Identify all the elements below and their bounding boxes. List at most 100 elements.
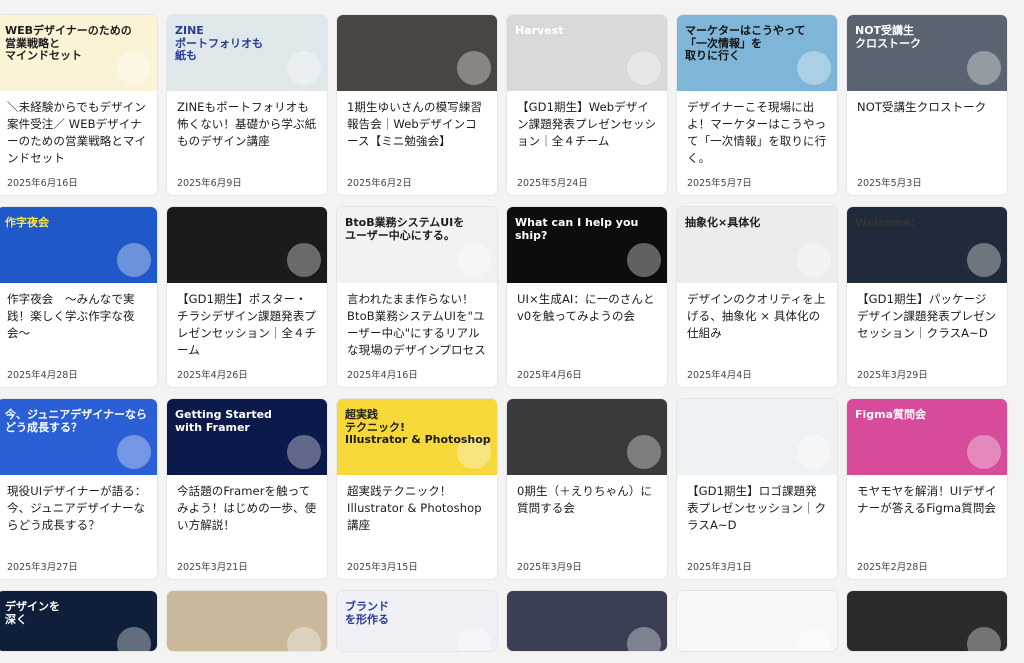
- article-title[interactable]: 【GD1期生】パッケージデザイン課題発表プレゼンセッション｜クラスA~D: [847, 283, 1007, 367]
- article-card[interactable]: 【GD1期生】ポスター・チラシデザイン課題発表プレゼンセッション｜全４チーム 20…: [167, 207, 327, 387]
- article-card[interactable]: [847, 591, 1007, 651]
- article-title[interactable]: 0期生（＋えりちゃん）に質問する会: [507, 475, 667, 559]
- article-date: 2025年3月9日: [517, 562, 582, 573]
- article-thumbnail[interactable]: BtoB業務システムUIを ユーザー中心にする。: [337, 207, 497, 283]
- article-thumbnail[interactable]: [847, 591, 1007, 651]
- article-title[interactable]: UI×生成AI：に一のさんとv0を触ってみようの会: [507, 283, 667, 367]
- thumbnail-decoration: [457, 627, 491, 651]
- article-title[interactable]: 現役UIデザイナーが語る：今、ジュニアデザイナーならどう成長する？: [0, 475, 157, 559]
- thumbnail-caption: BtoB業務システムUIを ユーザー中心にする。: [345, 216, 465, 242]
- thumbnail-decoration: [967, 435, 1001, 469]
- thumbnail-decoration: [117, 627, 151, 651]
- article-card[interactable]: [167, 591, 327, 651]
- article-thumbnail[interactable]: Welcome!: [847, 207, 1007, 283]
- article-thumbnail[interactable]: マーケターはこうやって 「一次情報」を 取りに行く: [677, 15, 837, 91]
- article-thumbnail[interactable]: 超実践 テクニック! Illustrator & Photoshop: [337, 399, 497, 475]
- article-thumbnail[interactable]: WEBデザイナーのための 営業戦略と マインドセット: [0, 15, 157, 91]
- article-card[interactable]: Harvest 【GD1期生】Webデザイン課題発表プレゼンセッション｜全４チーム…: [507, 15, 667, 195]
- article-title[interactable]: 今話題のFramerを触ってみよう！はじめの一歩、使い方解説！: [167, 475, 327, 559]
- article-date: 2025年6月9日: [177, 178, 242, 189]
- article-thumbnail[interactable]: Getting Started with Framer: [167, 399, 327, 475]
- thumbnail-decoration: [287, 435, 321, 469]
- article-card[interactable]: What can I help you ship? UI×生成AI：に一のさんとv…: [507, 207, 667, 387]
- article-thumbnail[interactable]: ブランド を形作る: [337, 591, 497, 651]
- article-title[interactable]: ＼未経験からでもデザイン案件受注／ WEBデザイナーのための営業戦略とマインドセ…: [0, 91, 157, 175]
- thumbnail-caption: WEBデザイナーのための 営業戦略と マインドセット: [5, 24, 132, 63]
- article-card[interactable]: 今、ジュニアデザイナーならどう成長する？ 現役UIデザイナーが語る：今、ジュニアデ…: [0, 399, 157, 579]
- article-thumbnail[interactable]: [677, 591, 837, 651]
- article-title[interactable]: 超実践テクニック！Illustrator & Photoshop講座: [337, 475, 497, 559]
- article-grid: WEBデザイナーのための 営業戦略と マインドセット ＼未経験からでもデザイン案件…: [0, 15, 1007, 663]
- article-card[interactable]: 【GD1期生】ロゴ課題発表プレゼンセッション｜クラスA~D 2025年3月1日: [677, 399, 837, 579]
- thumbnail-decoration: [967, 51, 1001, 85]
- thumbnail-caption: NOT受講生 クロストーク: [855, 24, 921, 50]
- article-title[interactable]: デザイナーこそ現場に出よ！マーケターはこうやって「一次情報」を取りに行く。: [677, 91, 837, 175]
- thumbnail-caption: 抽象化×具体化: [685, 216, 761, 229]
- article-title[interactable]: 作字夜会 〜みんなで実践！楽しく学ぶ作字な夜会〜: [0, 283, 157, 367]
- article-thumbnail[interactable]: デザインを 深く: [0, 591, 157, 651]
- thumbnail-caption: Harvest: [515, 24, 564, 37]
- article-card[interactable]: 作字夜会 作字夜会 〜みんなで実践！楽しく学ぶ作字な夜会〜 2025年4月28日: [0, 207, 157, 387]
- article-title[interactable]: 【GD1期生】ポスター・チラシデザイン課題発表プレゼンセッション｜全４チーム: [167, 283, 327, 367]
- article-thumbnail[interactable]: [167, 591, 327, 651]
- thumbnail-caption: What can I help you ship?: [515, 216, 639, 242]
- thumbnail-decoration: [627, 627, 661, 651]
- article-thumbnail[interactable]: [507, 591, 667, 651]
- article-title[interactable]: 1期生ゆいさんの模写練習報告会｜Webデザインコース【ミニ勉強会】: [337, 91, 497, 175]
- article-thumbnail[interactable]: ZINE ポートフォリオも 紙も: [167, 15, 327, 91]
- thumbnail-decoration: [967, 243, 1001, 277]
- article-card[interactable]: 0期生（＋えりちゃん）に質問する会 2025年3月9日: [507, 399, 667, 579]
- article-card[interactable]: デザインを 深く: [0, 591, 157, 651]
- article-card[interactable]: [507, 591, 667, 651]
- article-title[interactable]: NOT受講生クロストーク: [847, 91, 1007, 175]
- article-card[interactable]: マーケターはこうやって 「一次情報」を 取りに行く デザイナーこそ現場に出よ！マー…: [677, 15, 837, 195]
- article-card[interactable]: 超実践 テクニック! Illustrator & Photoshop 超実践テクニ…: [337, 399, 497, 579]
- article-card[interactable]: WEBデザイナーのための 営業戦略と マインドセット ＼未経験からでもデザイン案件…: [0, 15, 157, 195]
- article-date: 2025年6月2日: [347, 178, 412, 189]
- thumbnail-caption: デザインを 深く: [5, 600, 60, 626]
- article-title[interactable]: モヤモヤを解消！UIデザイナーが答えるFigma質問会: [847, 475, 1007, 559]
- thumbnail-decoration: [967, 627, 1001, 651]
- thumbnail-decoration: [117, 243, 151, 277]
- article-card[interactable]: NOT受講生 クロストーク NOT受講生クロストーク 2025年5月3日: [847, 15, 1007, 195]
- article-date: 2025年3月21日: [177, 562, 248, 573]
- article-card[interactable]: 抽象化×具体化 デザインのクオリティを上げる、抽象化 × 具体化の仕組み 2025年…: [677, 207, 837, 387]
- article-title[interactable]: 【GD1期生】Webデザイン課題発表プレゼンセッション｜全４チーム: [507, 91, 667, 175]
- article-date: 2025年4月26日: [177, 370, 248, 381]
- article-thumbnail[interactable]: Harvest: [507, 15, 667, 91]
- article-thumbnail[interactable]: [507, 399, 667, 475]
- article-card[interactable]: Figma質問会 モヤモヤを解消！UIデザイナーが答えるFigma質問会 2025年…: [847, 399, 1007, 579]
- article-title[interactable]: 【GD1期生】ロゴ課題発表プレゼンセッション｜クラスA~D: [677, 475, 837, 559]
- thumbnail-caption: 超実践 テクニック! Illustrator & Photoshop: [345, 408, 491, 447]
- thumbnail-decoration: [627, 51, 661, 85]
- article-card[interactable]: 1期生ゆいさんの模写練習報告会｜Webデザインコース【ミニ勉強会】 2025年6月…: [337, 15, 497, 195]
- article-thumbnail[interactable]: 作字夜会: [0, 207, 157, 283]
- article-card[interactable]: BtoB業務システムUIを ユーザー中心にする。言われたまま作らない！BtoB業…: [337, 207, 497, 387]
- article-card[interactable]: Getting Started with Framer 今話題のFramerを触っ…: [167, 399, 327, 579]
- article-date: 2025年3月27日: [7, 562, 78, 573]
- article-card[interactable]: Welcome! 【GD1期生】パッケージデザイン課題発表プレゼンセッション｜クラ…: [847, 207, 1007, 387]
- article-card[interactable]: ZINE ポートフォリオも 紙も ZINEもポートフォリオも怖くない！基礎から学ぶ…: [167, 15, 327, 195]
- article-thumbnail[interactable]: [167, 207, 327, 283]
- thumbnail-decoration: [627, 435, 661, 469]
- article-title[interactable]: 言われたまま作らない！BtoB業務システムUIを"ユーザー中心"にするリアルな現…: [337, 283, 497, 367]
- article-title[interactable]: デザインのクオリティを上げる、抽象化 × 具体化の仕組み: [677, 283, 837, 367]
- thumbnail-caption: ZINE ポートフォリオも 紙も: [175, 24, 263, 63]
- article-thumbnail[interactable]: [337, 15, 497, 91]
- article-thumbnail[interactable]: Figma質問会: [847, 399, 1007, 475]
- thumbnail-caption: ブランド を形作る: [345, 600, 389, 626]
- article-date: 2025年6月16日: [7, 178, 78, 189]
- article-thumbnail[interactable]: NOT受講生 クロストーク: [847, 15, 1007, 91]
- article-date: 2025年4月28日: [7, 370, 78, 381]
- thumbnail-decoration: [797, 435, 831, 469]
- article-title[interactable]: ZINEもポートフォリオも怖くない！基礎から学ぶ紙ものデザイン講座: [167, 91, 327, 175]
- thumbnail-caption: Figma質問会: [855, 408, 927, 421]
- article-thumbnail[interactable]: 今、ジュニアデザイナーならどう成長する？: [0, 399, 157, 475]
- article-card[interactable]: [677, 591, 837, 651]
- thumbnail-decoration: [287, 243, 321, 277]
- article-thumbnail[interactable]: [677, 399, 837, 475]
- article-card[interactable]: ブランド を形作る: [337, 591, 497, 651]
- article-thumbnail[interactable]: What can I help you ship?: [507, 207, 667, 283]
- article-thumbnail[interactable]: 抽象化×具体化: [677, 207, 837, 283]
- thumbnail-decoration: [797, 243, 831, 277]
